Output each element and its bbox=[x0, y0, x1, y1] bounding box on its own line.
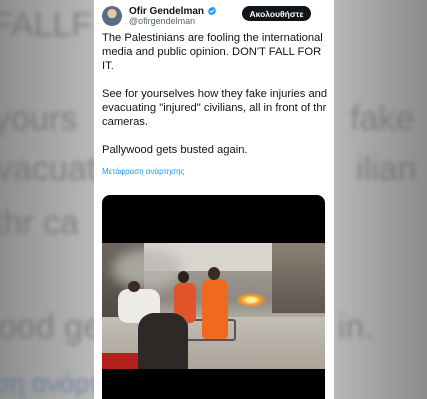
tweet-text: The Palestinians are fooling the interna… bbox=[102, 31, 330, 157]
bg-text-line: fake bbox=[350, 100, 415, 138]
follow-button[interactable]: Ακολουθήστε bbox=[242, 6, 311, 21]
translate-post-link[interactable]: Μετάφραση ανάρτησης bbox=[102, 167, 184, 176]
bg-text-line: ilian bbox=[356, 150, 417, 188]
bg-text-line: in. bbox=[338, 308, 374, 346]
author-handle[interactable]: @ofirgendelman bbox=[129, 16, 195, 26]
tweet-video[interactable] bbox=[102, 195, 325, 399]
video-frame[interactable] bbox=[102, 243, 325, 369]
tweet-paragraph: See for yourselves how they fake injurie… bbox=[102, 88, 328, 128]
author-display-name[interactable]: Ofir Gendelman bbox=[129, 6, 204, 17]
bg-text-line: FALLF bbox=[0, 6, 93, 44]
tweet-card: Ofir Gendelman @ofirgendelman Ακολουθήστ… bbox=[94, 0, 334, 399]
verified-badge-icon bbox=[208, 6, 216, 16]
bg-text-line: vacuati bbox=[0, 150, 104, 188]
bg-text-line: thr ca bbox=[0, 204, 80, 242]
tweet-paragraph: Pallywood gets busted again. bbox=[102, 144, 248, 156]
avatar[interactable] bbox=[102, 6, 122, 26]
bg-text-line: yours bbox=[0, 100, 78, 138]
tweet-paragraph: The Palestinians are fooling the interna… bbox=[102, 32, 323, 72]
bg-text-line: ood ge bbox=[0, 308, 102, 346]
